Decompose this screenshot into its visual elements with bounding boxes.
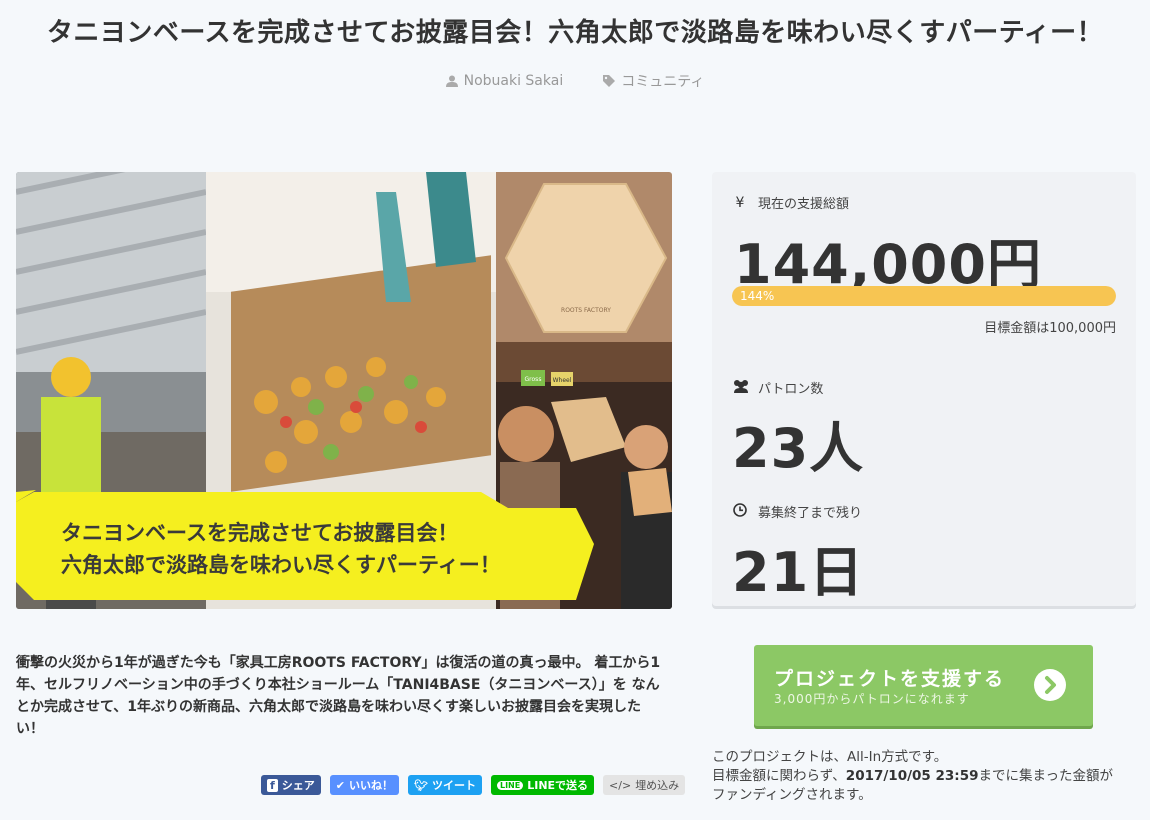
total-label: 現在の支援総額 [758,197,850,212]
tag-icon [603,75,616,87]
banner-line-2: 六角太郎で淡路島を味わい尽くすパーティー！ [61,553,501,577]
share-buttons: f シェア ✔ いいね！ 🐦︎ ツイート LINE LINEで送る </> 埋め… [261,775,686,795]
code-icon: </> [609,778,632,792]
shop-sign-2: Wheel [553,377,572,384]
progress-fill: 144% [732,286,1116,306]
user-icon [445,75,458,87]
twitter-icon: 🐦︎ [414,778,428,792]
facebook-share-button[interactable]: f シェア [261,775,321,795]
line-icon: LINE [496,780,524,790]
all-in-line-2: 目標金額に関わらず、2017/10/05 23:59までに集まった金額が [712,768,1113,784]
yen-icon: ¥ [735,194,745,211]
remaining-days: 21日 [732,541,865,604]
facebook-like-button[interactable]: ✔ いいね！ [329,775,400,795]
tweet-button[interactable]: 🐦︎ ツイート [408,775,482,795]
patrons-count: 23人 [732,417,865,480]
author-name[interactable]: Nobuaki Sakai [464,73,564,89]
author-link[interactable]: Nobuaki Sakai [445,71,564,91]
all-in-line-1: このプロジェクトは、All-In方式です。 [712,749,948,765]
remaining-label: 募集終了まで残り [758,506,863,521]
patrons-label: パトロン数 [758,382,824,397]
chevron-right-circle-icon [1034,669,1066,701]
line-share-button[interactable]: LINE LINEで送る [490,775,595,795]
check-icon: ✔ [335,778,346,792]
shop-sign-1: Gross [525,376,542,383]
support-button-sublabel: 3,000円からパトロンになれます [774,692,970,706]
goal-amount: 目標金額は100,000円 [984,321,1116,336]
hero-image: ROOTS FACTORY Gross Wheel タニヨンベースを完成させてお… [16,172,672,609]
facebook-icon: f [267,778,278,792]
progress-bar: 144% [732,286,1116,306]
banner-line-1: タニヨンベースを完成させてお披露目会！ [61,521,458,545]
total-label-row: ¥ 現在の支援総額 [732,193,850,213]
all-in-line-3: ファンディングされます。 [712,787,872,803]
patrons-label-row: パトロン数 [732,378,823,397]
clock-icon [732,502,748,521]
deadline: 2017/10/05 23:59 [845,768,979,784]
users-icon [732,379,748,397]
category-name[interactable]: コミュニティ [621,71,704,91]
support-project-button[interactable]: プロジェクトを支援する 3,000円からパトロンになれます [754,645,1093,726]
remaining-label-row: 募集終了まで残り [732,502,862,521]
page-title: タニヨンベースを完成させてお披露目会！六角太郎で淡路島を味わい尽くすパーティー！ [46,18,1104,48]
project-description: 衝撃の火災から1年が過ぎた今も「家具工房ROOTS FACTORY」は復活の道の… [16,655,661,737]
all-in-notice: このプロジェクトは、All-In方式です。 目標金額に関わらず、2017/10/… [712,748,1142,805]
project-meta: Nobuaki Sakai コミュニティ [0,71,1150,91]
embed-button[interactable]: </> 埋め込み [603,775,686,795]
category-link[interactable]: コミュニティ [603,71,704,91]
support-button-label: プロジェクトを支援する [774,668,1006,690]
product-stamp: ROOTS FACTORY [561,307,611,314]
stats-panel: ¥ 現在の支援総額 144,000円 144% 目標金額は100,000円 パト… [712,172,1136,606]
